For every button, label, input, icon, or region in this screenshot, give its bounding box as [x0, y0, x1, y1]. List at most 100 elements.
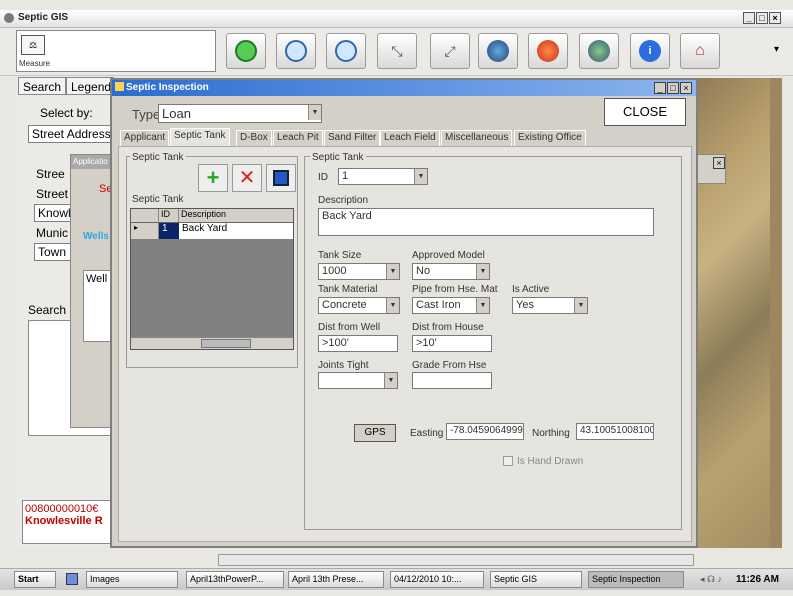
add-icon: +: [206, 165, 220, 190]
dialog-close-button[interactable]: ×: [680, 82, 692, 94]
dist-house-input[interactable]: >10': [412, 335, 492, 352]
task-powerpoint[interactable]: April13thPowerP...: [186, 571, 284, 588]
tank-size-dropdown[interactable]: 1000 ▼: [318, 263, 400, 280]
zoom-in-button[interactable]: [276, 33, 316, 69]
task-presentation[interactable]: April 13th Prese...: [288, 571, 384, 588]
tab-sand-filter[interactable]: Sand Filter: [324, 130, 381, 146]
map-horizontal-scrollbar[interactable]: [218, 554, 694, 566]
tab-search[interactable]: Search: [18, 77, 66, 95]
grid-scroll-thumb[interactable]: [201, 339, 251, 348]
tab-septic-tank[interactable]: Septic Tank: [170, 128, 230, 147]
map-scrollbar[interactable]: [770, 78, 782, 548]
tab-existing-office[interactable]: Existing Office: [514, 130, 586, 146]
chevron-down-icon: ▼: [308, 105, 321, 120]
easting-input[interactable]: -78.04590649993: [446, 423, 524, 440]
tank-size-label: Tank Size: [318, 250, 362, 261]
description-input[interactable]: Back Yard: [318, 208, 654, 236]
id-dropdown[interactable]: 1 ▼: [338, 168, 428, 185]
northing-input[interactable]: 43.100510081000: [576, 423, 654, 440]
chevron-down-icon: ▼: [386, 298, 399, 313]
dist-well-input[interactable]: >100': [318, 335, 398, 352]
app-icon: [4, 13, 14, 23]
maximize-button[interactable]: □: [756, 12, 768, 24]
add-record-button[interactable]: +: [198, 164, 228, 192]
close-window-button[interactable]: ×: [769, 12, 781, 24]
background-window-right: ×: [694, 154, 726, 184]
chevron-down-icon: ▼: [476, 264, 489, 279]
type-value: Loan: [162, 106, 191, 121]
grid-horizontal-scrollbar[interactable]: [131, 337, 293, 349]
satellite-icon: [588, 40, 610, 62]
pipe-material-dropdown[interactable]: Cast Iron ▼: [412, 297, 490, 314]
well-item: Well: [86, 273, 108, 285]
satellite-button[interactable]: [579, 33, 619, 69]
dialog-icon: [115, 82, 124, 91]
dialog-minimize-button[interactable]: _: [654, 82, 666, 94]
zoom-out-icon: [335, 40, 357, 62]
dist-house-label: Dist from House: [412, 322, 484, 333]
tank-material-dropdown[interactable]: Concrete ▼: [318, 297, 400, 314]
zoom-selection-button[interactable]: ⤡: [377, 33, 417, 69]
select-by-dropdown[interactable]: Street Address: [28, 125, 114, 143]
globe-button[interactable]: [478, 33, 518, 69]
info-button[interactable]: i: [630, 33, 670, 69]
tab-applicant[interactable]: Applicant: [120, 130, 170, 146]
task-document[interactable]: 04/12/2010 10:...: [390, 571, 484, 588]
is-active-dropdown[interactable]: Yes ▼: [512, 297, 588, 314]
zoom-to-selection-icon: ⤡: [391, 42, 403, 59]
tab-legend[interactable]: Legend: [66, 77, 114, 95]
tab-leach-field[interactable]: Leach Field: [380, 130, 440, 146]
grade-label: Grade From Hse: [412, 360, 487, 371]
is-active-label: Is Active: [512, 284, 550, 295]
dialog-maximize-button[interactable]: □: [667, 82, 679, 94]
zoom-in-icon: [285, 40, 307, 62]
delete-record-button[interactable]: ✕: [232, 164, 262, 192]
chevron-down-icon: ▼: [574, 298, 587, 313]
minimize-button[interactable]: _: [743, 12, 755, 24]
table-row[interactable]: ▸ 1 Back Yard: [131, 223, 293, 239]
main-titlebar: [0, 10, 793, 28]
tank-material-value: Concrete: [322, 299, 367, 311]
hand-drawn-checkbox[interactable]: [503, 456, 513, 466]
grid-header-row: ID Description: [131, 209, 293, 223]
measure-icon[interactable]: ⚖: [21, 35, 45, 55]
bg-close-icon[interactable]: ×: [713, 157, 725, 169]
description-label: Description: [318, 195, 369, 206]
row-marker: ▸: [131, 223, 159, 239]
task-septic-inspection[interactable]: Septic Inspection: [588, 571, 684, 588]
grid-header-id[interactable]: ID: [159, 209, 179, 222]
result-box[interactable]: 00800000010€ Knowlesville R: [22, 500, 116, 544]
pan-button[interactable]: [226, 33, 266, 69]
tank-size-value: 1000: [322, 265, 347, 277]
toolbar-chevron[interactable]: ▾: [774, 44, 779, 55]
approved-model-dropdown[interactable]: No ▼: [412, 263, 490, 280]
tab-d-box[interactable]: D-Box: [236, 130, 272, 146]
tab-leach-pit[interactable]: Leach Pit: [273, 130, 323, 146]
application-window-title: Applicatio: [71, 155, 115, 169]
back-arrow-icon: [537, 40, 559, 62]
grid-header-description[interactable]: Description: [179, 209, 293, 222]
back-button[interactable]: [528, 33, 568, 69]
quick-launch-icon[interactable]: [66, 573, 78, 585]
start-button[interactable]: Start: [14, 571, 56, 588]
septic-tank-grid[interactable]: ID Description ▸ 1 Back Yard: [130, 208, 294, 350]
dialog-titlebar: Septic Inspection: [112, 80, 696, 96]
save-record-button[interactable]: [266, 164, 296, 192]
pipe-material-label: Pipe from Hse. Mat: [412, 284, 498, 295]
tray-icons[interactable]: ◂ ☊ ♪: [700, 574, 730, 586]
task-images[interactable]: Images: [86, 571, 178, 588]
gps-button[interactable]: GPS: [354, 424, 396, 442]
type-dropdown[interactable]: Loan ▼: [158, 104, 322, 123]
grid-title: Septic Tank: [132, 194, 184, 205]
list-group-label: Septic Tank: [130, 152, 186, 163]
task-septic-gis[interactable]: Septic GIS: [490, 571, 582, 588]
joints-tight-dropdown[interactable]: ▼: [318, 372, 398, 389]
map-view[interactable]: [694, 78, 780, 548]
zoom-out-button[interactable]: [326, 33, 366, 69]
grade-input[interactable]: [412, 372, 492, 389]
home-button[interactable]: ⌂: [680, 33, 720, 69]
full-extent-button[interactable]: ⤢: [430, 33, 470, 69]
tab-miscellaneous[interactable]: Miscellaneous: [441, 130, 513, 146]
search-results-label: Search: [28, 303, 67, 317]
close-button[interactable]: CLOSE: [604, 98, 686, 126]
